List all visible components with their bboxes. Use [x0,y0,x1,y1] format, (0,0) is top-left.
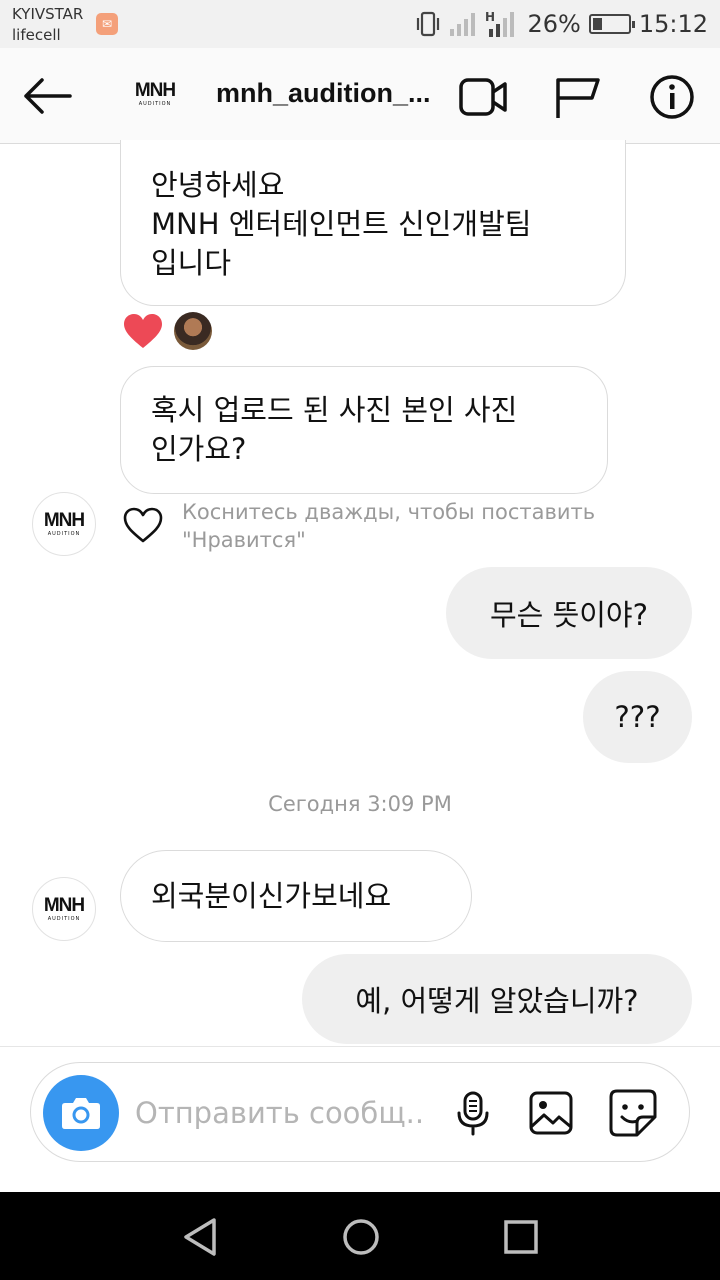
message-text: 외국분이신가보네요 [151,878,392,913]
message-text: 무슨 뜻이야? [489,598,648,632]
gallery-icon [529,1091,573,1135]
nav-recents-icon[interactable] [500,1216,542,1258]
message-line: MNH 엔터테인먼트 신인개발팀 [151,207,532,241]
message-text: 예, 어떻게 알았습니까? [355,984,639,1018]
nav-home-icon[interactable] [340,1216,382,1258]
message-text: ??? [614,700,661,734]
composer-divider [0,1046,720,1047]
camera-button[interactable] [43,1075,119,1151]
info-button[interactable] [648,74,698,120]
double-tap-like-hint: Коснитесь дважды, чтобы поставить "Нрави… [182,498,595,554]
flag-icon [556,78,600,118]
signal-icon [450,13,476,36]
video-call-icon [459,78,507,116]
report-flag-button[interactable] [554,74,604,120]
avatar-logo-text: MNH [43,894,85,916]
sender-avatar[interactable]: MNH AUDITION [32,877,96,941]
avatar-logo-text: MNH [43,509,85,531]
vibrate-icon [417,11,440,37]
like-heart-outline-icon[interactable] [122,506,164,544]
avatar-logo-sub: AUDITION [47,915,81,922]
hint-line: Коснитесь дважды, чтобы поставить [182,500,596,524]
sim-notification-icon: ✉ [96,13,118,35]
status-bar: KYIVSTAR lifecell ✉ H 26% 15:12 [0,0,720,48]
voice-message-button[interactable] [449,1089,497,1137]
reactor-avatar[interactable] [174,312,212,350]
camera-icon [62,1098,100,1129]
avatar-logo-text: MNH [134,80,176,101]
avatar-logo-sub: AUDITION [138,101,172,107]
info-icon [650,75,694,119]
system-navigation-bar [0,1192,720,1280]
incoming-message-bubble[interactable]: 혹시 업로드 된 사진 본인 사진 인가요? [120,366,608,494]
battery-level-fill [592,18,603,30]
sticker-button[interactable] [607,1087,659,1139]
message-line: 입니다 [151,246,232,280]
incoming-message-bubble[interactable]: 안녕하세요 MNH 엔터테인먼트 신인개발팀 입니다 [120,140,626,306]
message-line: 인가요? [151,432,247,466]
video-call-button[interactable] [458,74,508,120]
heart-reaction-icon[interactable] [122,312,164,350]
avatar-logo-sub: AUDITION [47,530,81,537]
status-indicators: H 26% 15:12 [415,8,708,40]
incoming-message-bubble[interactable]: 외국분이신가보네요 [120,850,472,942]
carrier-name-secondary: lifecell [12,26,61,44]
conversation-timestamp: Сегодня 3:09 PM [268,792,452,816]
nav-back-icon[interactable] [180,1216,222,1258]
signal-h-icon: H [485,10,515,37]
outgoing-message-bubble[interactable]: ??? [583,671,692,763]
outgoing-message-bubble[interactable]: 예, 어떻게 알았습니까? [302,954,692,1044]
back-button[interactable] [20,72,76,120]
hint-line: "Нравится" [182,528,306,552]
back-arrow-icon [24,78,72,114]
microphone-icon [457,1091,489,1136]
clock: 15:12 [638,10,708,38]
outgoing-message-bubble[interactable]: 무슨 뜻이야? [446,567,692,659]
carrier-name-primary: KYIVSTAR [12,5,84,23]
chat-title[interactable]: mnh_audition_... [216,78,436,109]
sticker-icon [609,1089,657,1137]
sender-avatar[interactable]: MNH AUDITION [32,492,96,556]
battery-icon [588,14,635,34]
message-line: 안녕하세요 [151,168,285,202]
message-line: 혹시 업로드 된 사진 본인 사진 [151,393,518,427]
chat-header: MNH AUDITION mnh_audition_... [0,48,720,144]
gallery-button[interactable] [527,1089,575,1137]
header-avatar[interactable]: MNH AUDITION [132,76,178,118]
message-input[interactable] [135,1091,425,1135]
battery-percentage: 26% [527,10,581,38]
svg-text:H: H [485,10,495,24]
message-composer [30,1062,690,1162]
